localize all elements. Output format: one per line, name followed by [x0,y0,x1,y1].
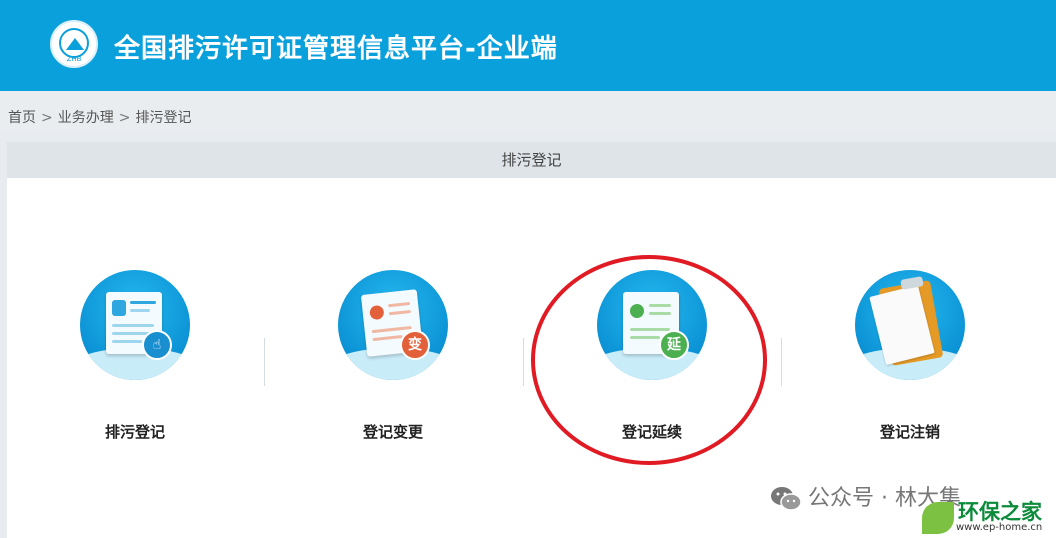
app-title: 全国排污许可证管理信息平台-企业端 [114,34,558,64]
breadcrumb-current: 排污登记 [135,110,192,126]
divider [264,338,265,386]
service-label[interactable]: 登记注销 [850,421,970,442]
mee-logo[interactable]: ZHB [50,20,98,68]
divider [781,338,782,386]
panel-title: 排污登记 [7,142,1056,178]
wechat-icon [770,486,802,512]
logo-emblem-icon [59,28,89,58]
clipboard-icon[interactable] [855,270,965,380]
hand-pointer-icon: ☝ [142,330,172,360]
breadcrumb-separator: > [41,110,53,126]
breadcrumb-home[interactable]: 首页 [8,107,36,127]
leaf-logo-icon [922,502,954,534]
breadcrumb: 首页 > 业务办理 > 排污登记 [8,107,191,127]
breadcrumb-separator: > [118,110,131,126]
service-label[interactable]: 排污登记 [75,421,195,442]
change-badge: 变 [400,330,430,360]
mountain-icon [66,38,84,50]
logo-text: ZHB [66,55,82,63]
certificate-change-icon[interactable]: 变 [338,270,448,380]
ep-home-watermark: 环保之家 www.ep-home.cn [922,496,1052,538]
service-label[interactable]: 登记变更 [333,421,453,442]
divider [523,338,524,386]
breadcrumb-business[interactable]: 业务办理 [58,107,114,127]
app-header: ZHB 全国排污许可证管理信息平台-企业端 [0,0,1056,91]
site-url: www.ep-home.cn [956,522,1043,533]
highlight-annotation-ring [531,255,767,465]
hand-card-icon[interactable]: ☝ [80,270,190,380]
